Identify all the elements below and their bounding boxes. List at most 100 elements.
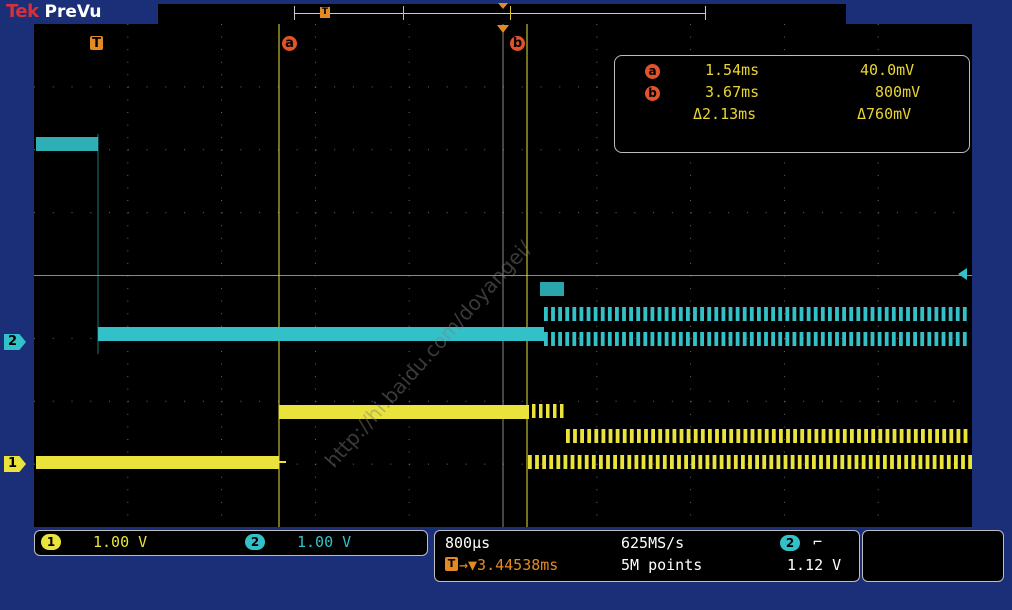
ch1-burst-pulse [949,429,953,443]
ch2-transition [540,282,564,296]
ch2-burst-pulse [885,332,889,346]
ch2-burst-pulse [729,307,733,321]
ch2-badge[interactable]: 2 [245,534,265,550]
ch2-burst-pulse [807,307,811,321]
ch2-burst-pulse [672,332,676,346]
ch2-burst-pulse [651,307,655,321]
ch1-burst-pulse [680,429,684,443]
ch2-scale[interactable]: 1.00 V [297,533,351,551]
ch1-burst-pulse [663,455,667,469]
ch2-burst-pulse [856,332,860,346]
ch1-badge[interactable]: 1 [41,534,61,550]
ch2-burst-pulse [885,307,889,321]
ch2-burst-pulse [743,307,747,321]
ch1-burst-pulse [594,429,598,443]
ch1-burst-pulse [736,429,740,443]
ch1-ground-marker[interactable]: 1 [4,456,26,472]
ch2-burst-pulse [736,332,740,346]
timebase-panel[interactable]: 800µs 625MS/s 2 ⌐ T →▼3.44538ms 5M point… [434,530,860,582]
ch2-burst-pulse [871,307,875,321]
ch2-burst-pulse [551,332,555,346]
ch2-burst-pulse [636,332,640,346]
ch1-edge-pulse [546,404,550,418]
ch1-burst-pulse [914,429,918,443]
trigger-level[interactable]: 1.12 V [787,556,841,574]
ch2-burst-pulse [949,332,953,346]
ch1-burst-pulse [800,429,804,443]
trigger-marker-icon[interactable]: T [90,36,103,50]
ch1-burst-pulse [566,429,570,443]
record-window[interactable]: T [294,6,706,20]
ch2-burst-pulse [821,307,825,321]
ch1-burst-pulse [807,429,811,443]
ch1-burst-pulse [751,429,755,443]
ch1-burst-pulse [942,429,946,443]
ch1-burst-pulse [748,455,752,469]
trigger-slope-icon[interactable]: ⌐ [813,533,822,551]
ch2-burst-pulse [636,307,640,321]
ch2-burst-pulse [899,307,903,321]
ch2-burst-pulse [828,332,832,346]
ch1-low-trace [36,456,279,469]
trigger-position[interactable]: →▼3.44538ms [459,556,558,574]
record-overview[interactable]: T [158,4,846,24]
ch2-burst-pulse [658,307,662,321]
ch1-burst-pulse [691,455,695,469]
ch2-burst-pulse [956,332,960,346]
ch1-burst-pulse [580,429,584,443]
ch1-burst-pulse [876,455,880,469]
trigger-source-badge[interactable]: 2 [780,535,800,551]
record-length[interactable]: 5M points [621,556,702,574]
cursor-a-icon: a [645,64,660,79]
ch1-burst-pulse [911,455,915,469]
ch1-burst-pulse [957,429,961,443]
channel-scale-panel[interactable]: 1 1.00 V 2 1.00 V [34,530,428,556]
ch1-burst-pulse [921,429,925,443]
ch1-burst-pulse [819,455,823,469]
ch1-burst-pulse [968,455,972,469]
ch2-burst-pulse [913,332,917,346]
aux-panel[interactable] [862,530,1004,582]
ch2-burst-pulse [594,332,598,346]
ch1-burst-pulse [765,429,769,443]
ch1-burst-pulse [772,429,776,443]
ch1-scale[interactable]: 1.00 V [93,533,147,551]
ch2-burst-pulse [658,332,662,346]
cursor-a-voltage: 40.0mV [860,61,914,79]
ch2-burst-pulse [707,307,711,321]
ch2-burst-pulse [686,332,690,346]
ch1-burst-pulse [869,455,873,469]
ch1-burst-pulse [715,429,719,443]
cursor-a-marker[interactable]: a [282,36,297,51]
trigger-position-icon[interactable] [497,25,509,33]
ch2-burst-pulse [615,332,619,346]
ch2-low-trace [98,327,544,341]
time-per-div[interactable]: 800µs [445,534,490,552]
ch2-burst-pulse [771,307,775,321]
cursor-b-marker[interactable]: b [510,36,525,51]
ch2-burst-pulse [793,307,797,321]
ch2-burst-pulse [764,307,768,321]
ch1-edge-pulse [553,404,557,418]
ch2-burst-pulse [693,332,697,346]
ch1-burst-pulse [919,455,923,469]
ch2-burst-pulse [878,307,882,321]
ch1-burst-pulse [585,455,589,469]
ch2-burst-pulse [942,307,946,321]
ch2-burst-pulse [849,307,853,321]
ch1-burst-pulse [670,455,674,469]
trigger-level-icon[interactable] [958,268,967,280]
ch2-burst-pulse [729,332,733,346]
ch2-ground-marker[interactable]: 2 [4,334,26,350]
ch1-burst-pulse [840,455,844,469]
ch1-burst-pulse [935,429,939,443]
sample-rate[interactable]: 625MS/s [621,534,684,552]
ch1-burst-pulse [528,455,532,469]
ch1-burst-pulse [627,455,631,469]
ch1-edge-pulse [539,404,543,418]
ch1-burst-pulse [762,455,766,469]
ch2-burst-pulse [693,307,697,321]
ch2-burst-pulse [963,332,967,346]
ch1-burst-pulse [644,429,648,443]
ch2-burst-pulse [665,332,669,346]
